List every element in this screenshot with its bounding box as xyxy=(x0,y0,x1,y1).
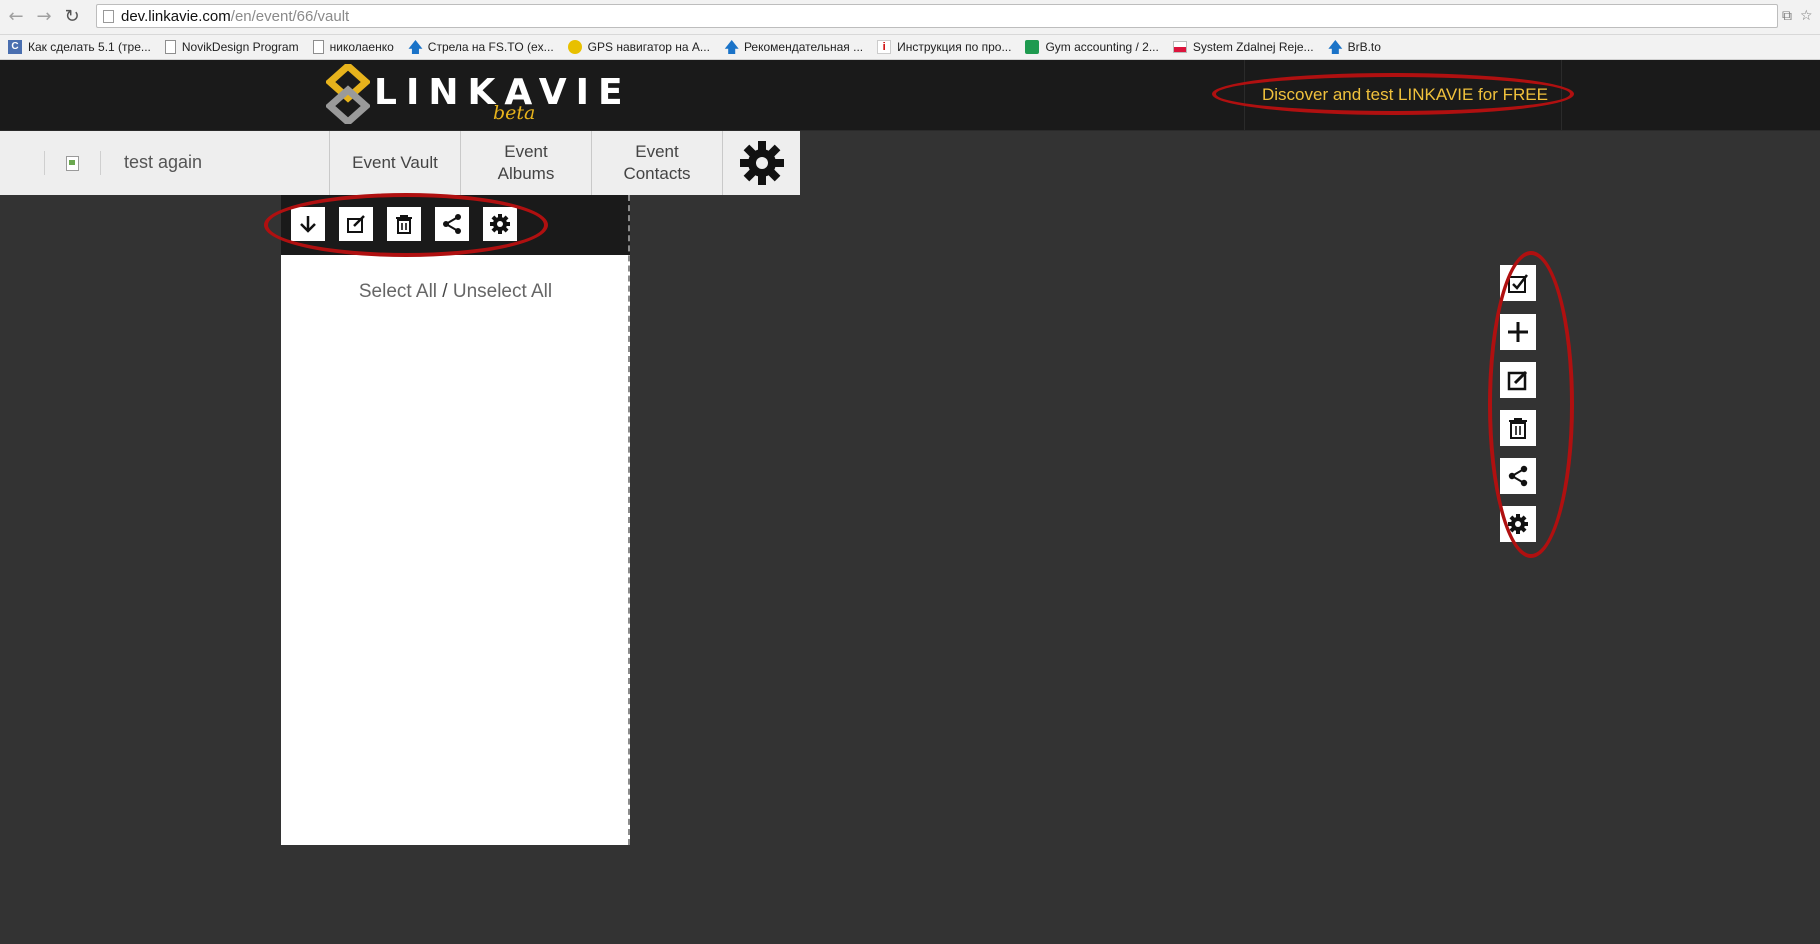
edit-icon xyxy=(1507,370,1528,391)
bookmark-label: Gym accounting / 2... xyxy=(1045,40,1159,54)
select-separator: / xyxy=(442,281,448,302)
add-button[interactable] xyxy=(1500,314,1536,350)
vault-toolbar xyxy=(281,195,630,255)
browser-toolbar: ← → ↻ dev.linkavie.com/en/event/66/vault… xyxy=(0,0,1820,35)
tab-label-line: Event xyxy=(635,142,679,161)
logo-mark-icon xyxy=(326,64,370,124)
bookmark-label: NovikDesign Program xyxy=(181,40,299,54)
page-icon xyxy=(164,40,176,54)
logo[interactable]: LINKAVIE beta program xyxy=(326,62,623,146)
panel-divider[interactable] xyxy=(628,195,630,845)
tab-event-albums[interactable]: Event Albums xyxy=(461,131,592,195)
tab-label: Event Vault xyxy=(352,153,438,172)
bookmark-item[interactable]: николаенко xyxy=(312,40,394,54)
translate-icon[interactable]: ⧉ xyxy=(1782,8,1792,24)
share-icon xyxy=(443,214,461,234)
bookmark-item[interactable]: 🡅 Рекомендательная ... xyxy=(723,38,864,56)
bookmarks-bar: C Как сделать 5.1 (тре... NovikDesign Pro… xyxy=(0,35,1820,60)
divider xyxy=(100,151,101,175)
download-icon xyxy=(300,216,316,233)
page-icon xyxy=(103,10,114,23)
bookmark-label: BrB.to xyxy=(1347,40,1381,54)
settings-icon xyxy=(1508,514,1528,534)
tab-label: Event Albums xyxy=(498,141,555,185)
bookmark-item[interactable]: Gym accounting / 2... xyxy=(1025,40,1159,54)
delete-button[interactable] xyxy=(387,207,421,241)
reload-icon[interactable]: ↻ xyxy=(62,6,82,27)
settings-icon xyxy=(490,214,510,234)
share-button[interactable] xyxy=(435,207,469,241)
bookmark-label: Инструкция по про... xyxy=(897,40,1012,54)
bookmark-label: System Zdalnej Reje... xyxy=(1192,40,1314,54)
share-button-right[interactable] xyxy=(1500,458,1536,494)
bookmark-label: GPS навигатор на А... xyxy=(587,40,710,54)
divider xyxy=(44,151,45,175)
tab-label: Event Contacts xyxy=(623,141,690,185)
edit-button[interactable] xyxy=(339,207,373,241)
info-icon: i xyxy=(877,40,892,54)
gear-icon xyxy=(739,141,784,185)
tab-label-line: Albums xyxy=(497,164,555,183)
delete-button-right[interactable] xyxy=(1500,410,1536,446)
back-arrow-icon[interactable]: ← xyxy=(6,6,26,27)
arrow-up-icon: 🡅 xyxy=(407,38,424,56)
settings-button-right[interactable] xyxy=(1500,506,1536,542)
bookmark-label: Рекомендательная ... xyxy=(743,40,864,54)
tab-label-line: Event xyxy=(504,142,548,161)
blue-square-icon: C xyxy=(8,40,22,54)
event-nav: test again Event Vault Event Albums Event… xyxy=(0,131,800,195)
bookmark-item[interactable]: GPS навигатор на А... xyxy=(567,40,710,54)
arrow-up-icon: 🡅 xyxy=(723,38,740,56)
gps-icon xyxy=(567,40,582,54)
add-icon xyxy=(1508,322,1528,342)
download-button[interactable] xyxy=(291,207,325,241)
event-image-icon xyxy=(66,156,79,171)
flag-icon xyxy=(1172,41,1187,53)
settings-button[interactable] xyxy=(483,207,517,241)
select-check-icon xyxy=(1508,274,1528,293)
bookmark-item[interactable]: C Как сделать 5.1 (тре... xyxy=(8,40,151,54)
bookmark-item[interactable]: 🡅 Стрела на FS.TO (ex... xyxy=(407,38,554,56)
event-selector[interactable]: test again xyxy=(0,131,330,195)
bookmark-label: николаенко xyxy=(329,40,394,54)
bookmark-item[interactable]: i Инструкция по про... xyxy=(877,40,1011,54)
edit-button-right[interactable] xyxy=(1500,362,1536,398)
vault-panel: Select All / Unselect All xyxy=(281,255,630,845)
forward-arrow-icon[interactable]: → xyxy=(34,6,54,27)
bookmark-item[interactable]: System Zdalnej Reje... xyxy=(1172,40,1314,54)
bookmark-label: Стрела на FS.TO (ex... xyxy=(427,40,554,54)
tab-event-contacts[interactable]: Event Contacts xyxy=(592,131,723,195)
bookmark-item[interactable]: NovikDesign Program xyxy=(164,40,299,54)
edit-icon xyxy=(347,215,365,233)
select-mode-button[interactable] xyxy=(1500,265,1536,301)
select-controls: Select All / Unselect All xyxy=(281,281,630,303)
promo-link[interactable]: Discover and test LINKAVIE for FREE xyxy=(1262,85,1548,105)
url-path: /en/event/66/vault xyxy=(230,8,350,25)
tab-label-line: Contacts xyxy=(623,164,691,183)
share-icon xyxy=(1508,465,1528,487)
bookmark-label: Как сделать 5.1 (тре... xyxy=(28,40,151,54)
event-settings-button[interactable] xyxy=(723,131,800,195)
select-all-link[interactable]: Select All xyxy=(359,281,437,302)
event-name: test again xyxy=(124,152,203,172)
page-icon xyxy=(312,40,324,54)
bookmark-item[interactable]: 🡅 BrB.to xyxy=(1327,38,1381,56)
url-host: dev.linkavie.com xyxy=(121,8,231,25)
unselect-all-link[interactable]: Unselect All xyxy=(453,281,552,302)
sheets-icon xyxy=(1025,40,1040,54)
site-header: LINKAVIE beta program Discover and test … xyxy=(0,60,1820,146)
trash-icon xyxy=(396,215,412,234)
address-bar[interactable]: dev.linkavie.com/en/event/66/vault xyxy=(96,4,1778,28)
arrow-up-icon: 🡅 xyxy=(1327,38,1343,56)
trash-icon xyxy=(1509,418,1527,439)
tab-event-vault[interactable]: Event Vault xyxy=(330,131,461,195)
bookmark-star-icon[interactable]: ☆ xyxy=(1800,8,1813,24)
